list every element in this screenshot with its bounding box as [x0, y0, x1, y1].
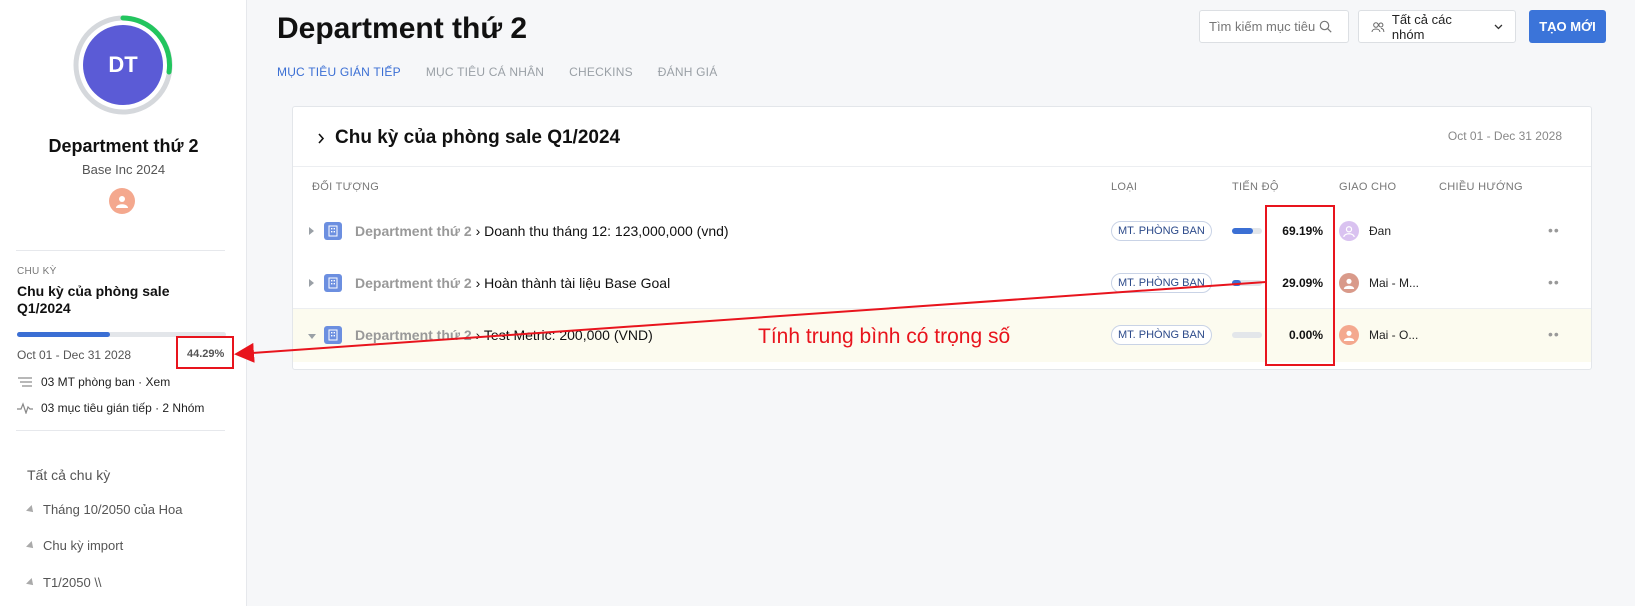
tree-item-label: Tháng 10/2050 của Hoa [43, 502, 183, 517]
divider [293, 166, 1591, 167]
tab-indirect-goals[interactable]: MỤC TIÊU GIÁN TIẾP [277, 65, 401, 79]
dept-name: Department thứ 2 [48, 136, 199, 156]
type-badge: MT. PHÒNG BAN [1111, 221, 1212, 241]
tab-checkins[interactable]: CHECKINS [569, 65, 633, 79]
user-icon [1343, 278, 1355, 289]
row-parent: Department thứ 2 [355, 223, 472, 239]
annotation-box-small [176, 336, 234, 369]
card-title-text: Chu kỳ của phòng sale Q1/2024 [335, 127, 621, 148]
list-icon [17, 376, 33, 388]
meta-text: 03 MT phòng ban · Xem [41, 375, 171, 389]
tab-bar: MỤC TIÊU GIÁN TIẾP MỤC TIÊU CÁ NHÂN CHEC… [277, 65, 717, 79]
page-title: Department thứ 2 [277, 12, 528, 45]
cycle-dates: Oct 01 - Dec 31 2028 [17, 348, 132, 362]
tree-item-label: Chu kỳ import [43, 538, 124, 553]
activity-icon [17, 402, 33, 414]
row-goal: › Doanh thu tháng 12: 123,000,000 (vnd) [471, 223, 729, 239]
assignee-name: Mai - O... [1369, 328, 1419, 342]
meta-text: 03 mục tiêu gián tiếp · 2 Nhóm [41, 401, 205, 415]
search-icon[interactable] [1319, 20, 1332, 33]
building-icon [324, 222, 342, 240]
annotation-box-large [1265, 205, 1335, 366]
row-progress-bar [1232, 332, 1262, 338]
more-options-icon[interactable]: •• [1548, 274, 1560, 290]
table-row[interactable]: Department thứ 2 › Doanh thu tháng 12: 1… [293, 205, 1591, 259]
user-icon [1343, 226, 1355, 237]
annotation-text: Tính trung bình có trọng số [758, 325, 1011, 348]
triangle-icon [26, 577, 36, 588]
row-progress-bar [1232, 280, 1262, 286]
avatar-initials: DT [83, 25, 163, 105]
row-goal: › Hoàn thành tài liệu Base Goal [471, 275, 671, 291]
column-header-assignee: GIAO CHO [1339, 181, 1397, 193]
more-options-icon[interactable]: •• [1548, 326, 1560, 342]
all-cycles-link[interactable]: Tất cả chu kỳ [27, 467, 110, 483]
row-parent: Department thứ 2 [355, 327, 472, 343]
column-header-type: LOẠI [1111, 181, 1138, 193]
expand-caret-icon[interactable] [309, 279, 314, 287]
divider [16, 250, 225, 251]
assignee-name: Đan [1369, 224, 1392, 238]
row-parent: Department thứ 2 [355, 275, 472, 291]
group-select-value: Tất cả các nhóm [1391, 11, 1452, 42]
cycle-label: CHU KỲ [17, 266, 57, 277]
type-badge: MT. PHÒNG BAN [1111, 273, 1212, 293]
assignee-avatar [1339, 325, 1359, 345]
sidebar: DT Department thứ 2 Base Inc 2024 CHU KỲ… [0, 0, 247, 606]
tab-personal-goals[interactable]: MỤC TIÊU CÁ NHÂN [426, 65, 544, 79]
triangle-icon [26, 504, 36, 515]
dept-avatar: DT [72, 14, 174, 116]
cycle-name[interactable]: Chu kỳ của phòng sale Q1/2024 [17, 283, 217, 317]
tree-item-cycle[interactable]: T1/2050 \\ [26, 575, 102, 590]
column-header-direction: CHIỀU HƯỚNG [1439, 181, 1523, 193]
column-header-object: ĐỐI TƯỢNG [312, 181, 380, 193]
dept-company: Base Inc 2024 [81, 162, 166, 177]
search-input[interactable] [1209, 19, 1319, 34]
table-row[interactable]: Department thứ 2 › Hoàn thành tài liệu B… [293, 257, 1591, 311]
row-title[interactable]: Department thứ 2 › Doanh thu tháng 12: 1… [355, 223, 729, 239]
row-progress-fill [1232, 228, 1253, 234]
chevron-down-icon [1494, 24, 1503, 29]
row-title[interactable]: Department thứ 2 › Test Metric: 200,000 … [355, 327, 653, 343]
tab-review[interactable]: ĐÁNH GIÁ [658, 65, 718, 79]
card-dates: Oct 01 - Dec 31 2028 [1447, 129, 1562, 143]
assignee-avatar [1339, 221, 1359, 241]
collapse-caret-icon[interactable] [308, 334, 316, 339]
building-icon [324, 274, 342, 292]
building-icon [324, 326, 342, 344]
row-goal: › Test Metric: 200,000 (VND) [471, 327, 653, 343]
meta-line-departments[interactable]: 03 MT phòng ban · Xem [17, 375, 170, 389]
row-progress-bar [1232, 228, 1262, 234]
expand-caret-icon[interactable] [309, 227, 314, 235]
row-title[interactable]: Department thứ 2 › Hoàn thành tài liệu B… [355, 275, 670, 291]
users-icon [1371, 21, 1385, 32]
more-options-icon[interactable]: •• [1548, 222, 1560, 238]
assignee-name: Mai - M... [1369, 276, 1419, 290]
cycle-progress-fill [17, 332, 110, 337]
meta-line-indirect[interactable]: 03 mục tiêu gián tiếp · 2 Nhóm [17, 401, 204, 415]
create-button[interactable]: TẠO MỚI [1529, 10, 1606, 43]
tree-item-cycle[interactable]: Tháng 10/2050 của Hoa [26, 502, 183, 517]
tree-item-cycle[interactable]: Chu kỳ import [26, 538, 124, 553]
chevron-right-icon[interactable] [317, 132, 325, 144]
triangle-icon [26, 540, 36, 551]
type-badge: MT. PHÒNG BAN [1111, 325, 1212, 345]
owner-avatar[interactable] [109, 188, 135, 214]
card-title[interactable]: Chu kỳ của phòng sale Q1/2024 [317, 127, 620, 149]
search-box[interactable] [1199, 10, 1349, 43]
tree-item-label: T1/2050 \\ [43, 575, 102, 590]
group-select[interactable]: Tất cả các nhóm [1358, 10, 1516, 43]
assignee-avatar [1339, 273, 1359, 293]
row-progress-fill [1232, 280, 1241, 286]
user-icon [116, 196, 128, 208]
column-header-progress: TIẾN ĐỘ [1232, 181, 1279, 193]
user-icon [1343, 330, 1355, 341]
divider [16, 430, 225, 431]
